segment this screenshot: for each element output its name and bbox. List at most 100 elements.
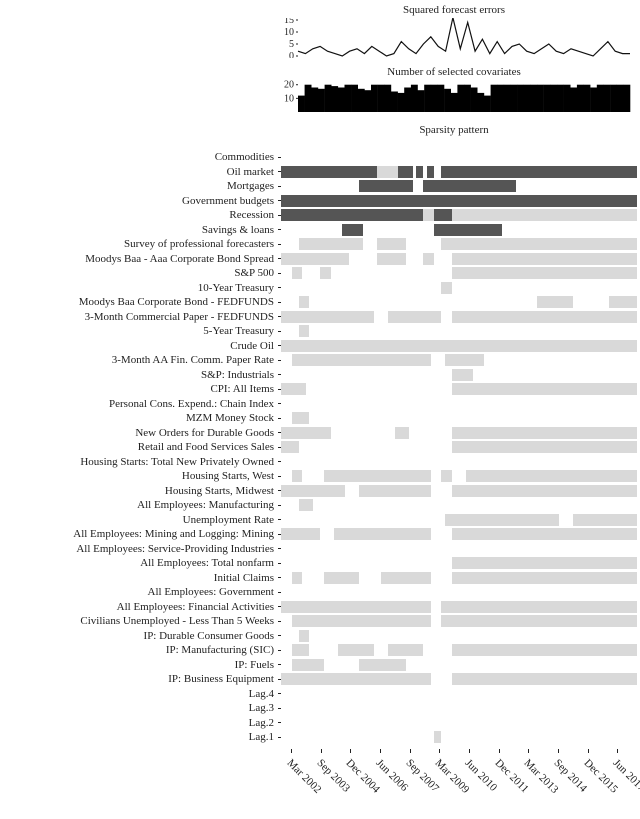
sparsity-row: All Employees: Mining and Logging: Minin… xyxy=(0,527,640,542)
sparsity-row: Personal Cons. Expend.: Chain Index xyxy=(0,397,640,412)
segment xyxy=(324,470,431,482)
sparsity-row: Commodities xyxy=(0,150,640,165)
row-label: Recession xyxy=(0,209,278,221)
sparsity-row: S&P: Industrials xyxy=(0,368,640,383)
row-label: Housing Starts, Midwest xyxy=(0,485,278,497)
segment xyxy=(381,572,431,584)
segment xyxy=(395,427,409,439)
segment xyxy=(359,485,430,497)
sparsity-row: Retail and Food Services Sales xyxy=(0,440,640,455)
row-label: New Orders for Durable Goods xyxy=(0,427,278,439)
segment xyxy=(423,253,434,265)
segment xyxy=(441,282,452,294)
row-label: Retail and Food Services Sales xyxy=(0,441,278,453)
row-label: Personal Cons. Expend.: Chain Index xyxy=(0,398,278,410)
segment xyxy=(452,253,637,265)
segment xyxy=(292,470,303,482)
row-label: Unemployment Rate xyxy=(0,514,278,526)
row-label: All Employees: Government xyxy=(0,586,278,598)
row-label: Crude Oil xyxy=(0,340,278,352)
segment xyxy=(452,572,637,584)
segment xyxy=(281,195,637,207)
segment xyxy=(573,514,637,526)
row-label: Moodys Baa - Aaa Corporate Bond Spread xyxy=(0,253,278,265)
segment xyxy=(452,427,637,439)
segment xyxy=(281,253,349,265)
segment xyxy=(452,673,637,685)
row-label: All Employees: Mining and Logging: Minin… xyxy=(0,528,278,540)
row-label: Savings & loans xyxy=(0,224,278,236)
row-label: Lag.3 xyxy=(0,702,278,714)
row-label: 3-Month Commercial Paper - FEDFUNDS xyxy=(0,311,278,323)
panel1-title: Squared forecast errors xyxy=(276,4,632,16)
sparsity-row: 10-Year Treasury xyxy=(0,281,640,296)
sparsity-row: CPI: All Items xyxy=(0,382,640,397)
row-label: Housing Starts, West xyxy=(0,470,278,482)
sparsity-heatmap: CommoditiesOil marketMortgagesGovernment… xyxy=(0,150,640,745)
sparsity-row: Civilians Unemployed - Less Than 5 Weeks xyxy=(0,614,640,629)
segment xyxy=(281,209,423,221)
sparsity-row: Recession xyxy=(0,208,640,223)
segment xyxy=(281,340,452,352)
panel3-title: Sparsity pattern xyxy=(276,124,632,136)
segment xyxy=(434,731,441,743)
sparsity-row: IP: Durable Consumer Goods xyxy=(0,629,640,644)
row-label: All Employees: Service-Providing Industr… xyxy=(0,543,278,555)
segment xyxy=(334,528,430,540)
segment xyxy=(281,166,377,178)
squared-errors-line-chart: 051015 xyxy=(276,18,632,58)
sparsity-row: All Employees: Financial Activities xyxy=(0,600,640,615)
segment xyxy=(299,325,310,337)
row-label: S&P 500 xyxy=(0,267,278,279)
row-label: Commodities xyxy=(0,151,278,163)
sparsity-row: Lag.4 xyxy=(0,687,640,702)
segment xyxy=(452,557,637,569)
segment xyxy=(434,209,452,221)
row-label: Government budgets xyxy=(0,195,278,207)
segment xyxy=(338,644,374,656)
row-label: IP: Business Equipment xyxy=(0,673,278,685)
segment xyxy=(281,383,306,395)
segment xyxy=(423,209,434,221)
segment xyxy=(452,267,637,279)
segment xyxy=(281,427,331,439)
svg-text:0: 0 xyxy=(289,51,294,58)
panel2-title: Number of selected covariates xyxy=(276,66,632,78)
sparsity-row: Unemployment Rate xyxy=(0,513,640,528)
row-label: Lag.1 xyxy=(0,731,278,743)
sparsity-row: Housing Starts, Midwest xyxy=(0,484,640,499)
svg-text:5: 5 xyxy=(289,39,294,50)
sparsity-row: Savings & loans xyxy=(0,223,640,238)
sparsity-row: Initial Claims xyxy=(0,571,640,586)
row-label: Housing Starts: Total New Privately Owne… xyxy=(0,456,278,468)
segment xyxy=(441,615,637,627)
segment xyxy=(299,630,310,642)
sparsity-row: Moodys Baa - Aaa Corporate Bond Spread xyxy=(0,252,640,267)
segment xyxy=(423,180,516,192)
row-label: All Employees: Total nonfarm xyxy=(0,557,278,569)
segment xyxy=(445,354,484,366)
sparsity-row: Housing Starts, West xyxy=(0,469,640,484)
svg-text:10: 10 xyxy=(284,27,294,38)
segment xyxy=(452,383,637,395)
segment xyxy=(434,224,502,236)
sparsity-row: S&P 500 xyxy=(0,266,640,281)
row-label: CPI: All Items xyxy=(0,383,278,395)
sparsity-row: Survey of professional forecasters xyxy=(0,237,640,252)
row-label: IP: Fuels xyxy=(0,659,278,671)
row-label: Oil market xyxy=(0,166,278,178)
segment xyxy=(359,659,405,671)
sparsity-row: 3-Month Commercial Paper - FEDFUNDS xyxy=(0,310,640,325)
segment xyxy=(441,166,637,178)
segment xyxy=(292,572,303,584)
sparsity-row: All Employees: Service-Providing Industr… xyxy=(0,542,640,557)
segment xyxy=(452,441,637,453)
row-label: 3-Month AA Fin. Comm. Paper Rate xyxy=(0,354,278,366)
segment xyxy=(359,180,412,192)
sparsity-row: Oil market xyxy=(0,165,640,180)
segment xyxy=(452,644,637,656)
segment xyxy=(427,166,434,178)
segment xyxy=(398,166,412,178)
row-label: IP: Durable Consumer Goods xyxy=(0,630,278,642)
segment xyxy=(466,470,637,482)
